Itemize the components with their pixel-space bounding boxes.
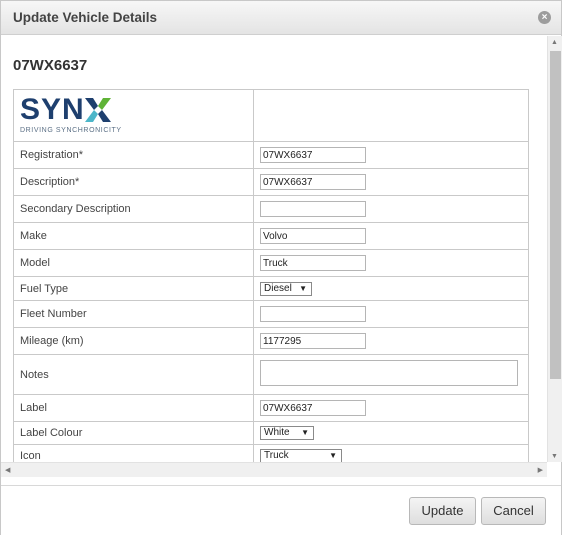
close-icon[interactable]: ×: [538, 11, 551, 24]
logo-side-cell: [253, 89, 529, 142]
label-colour-select[interactable]: White ▼: [260, 426, 314, 440]
fuel-type-label: Fuel Type: [13, 276, 254, 301]
dialog-title: Update Vehicle Details: [13, 10, 158, 25]
chevron-down-icon: ▼: [299, 283, 307, 293]
notes-textarea[interactable]: [260, 360, 518, 386]
update-button[interactable]: Update: [409, 497, 476, 525]
make-input[interactable]: [260, 228, 366, 244]
dialog-titlebar[interactable]: Update Vehicle Details ×: [1, 1, 561, 35]
model-input[interactable]: [260, 255, 366, 271]
synx-logo: SYN DRIVING SYNCHRONICITY: [20, 91, 247, 140]
fuel-type-select[interactable]: Diesel ▼: [260, 281, 312, 296]
scroll-up-icon[interactable]: ▲: [551, 39, 558, 46]
label-input[interactable]: [260, 400, 366, 416]
description-label: Description*: [13, 168, 254, 196]
fleet-number-input[interactable]: [260, 306, 366, 322]
mileage-label: Mileage (km): [13, 327, 254, 355]
dialog-footer: Update Cancel: [1, 485, 561, 535]
synx-x-mark-icon: [84, 98, 111, 122]
icon-value: Truck: [264, 450, 289, 461]
scroll-down-icon[interactable]: ▼: [551, 453, 558, 460]
registration-label: Registration*: [13, 141, 254, 169]
chevron-down-icon: ▼: [301, 428, 309, 437]
vehicle-form-table: SYN DRIVING SYNCHRONICITY Registration* …: [13, 89, 529, 462]
fleet-number-label: Fleet Number: [13, 300, 254, 328]
vertical-scroll-thumb[interactable]: [550, 51, 561, 379]
label-colour-value: White: [264, 427, 290, 438]
dialog-content: 07WX6637 SYN DRIVING SYNCHRONICITY Regis…: [1, 36, 547, 462]
update-vehicle-dialog: Update Vehicle Details × 07WX6637 SYN DR…: [0, 0, 562, 535]
logo-tagline: DRIVING SYNCHRONICITY: [20, 127, 122, 134]
make-label: Make: [13, 222, 254, 250]
model-label: Model: [13, 249, 254, 277]
vertical-scrollbar[interactable]: ▲ ▼: [547, 36, 562, 462]
registration-input[interactable]: [260, 147, 366, 163]
logo-cell: SYN DRIVING SYNCHRONICITY: [13, 89, 254, 142]
notes-label: Notes: [13, 354, 254, 395]
mileage-input[interactable]: [260, 333, 366, 349]
secondary-description-input[interactable]: [260, 201, 366, 217]
chevron-down-icon: ▼: [329, 451, 337, 460]
vehicle-heading: 07WX6637: [13, 57, 88, 74]
icon-label: Icon: [13, 444, 254, 462]
scroll-left-icon[interactable]: ◀: [5, 466, 10, 474]
horizontal-scrollbar[interactable]: ◀ ▶: [1, 462, 547, 477]
description-input[interactable]: [260, 174, 366, 190]
icon-select[interactable]: Truck ▼: [260, 449, 342, 462]
label-label: Label: [13, 394, 254, 422]
fuel-type-value: Diesel: [264, 282, 292, 294]
cancel-button[interactable]: Cancel: [481, 497, 546, 525]
scroll-right-icon[interactable]: ▶: [538, 466, 543, 474]
secondary-description-label: Secondary Description: [13, 195, 254, 223]
label-colour-label: Label Colour: [13, 421, 254, 445]
